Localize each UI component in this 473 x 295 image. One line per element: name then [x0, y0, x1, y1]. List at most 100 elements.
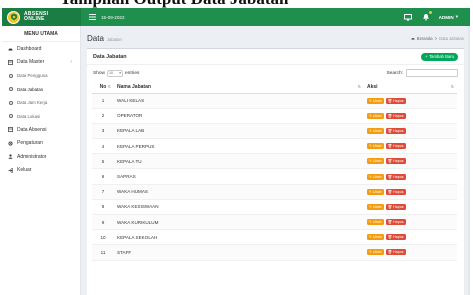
sidebar-item-data-pengguna[interactable]: Data Pengguna	[2, 69, 80, 83]
show-label: Show	[93, 70, 105, 76]
page-subtitle: Jabatan	[106, 37, 122, 42]
row-actions: ✎ Ubah 🗑 Hapus	[364, 199, 457, 216]
edit-label: Ubah	[373, 250, 382, 255]
delete-button[interactable]: 🗑 Hapus	[385, 188, 406, 195]
school-emblem-icon	[7, 10, 20, 24]
row-actions: ✎ Ubah 🗑 Hapus	[364, 229, 457, 246]
jabatan-name: SAPRAS	[114, 168, 364, 185]
sidebar-item-keluar[interactable]: Keluar	[2, 164, 80, 178]
table-row: 4 KEPALA PERPUS ✎ Ubah 🗑 Hapus	[92, 138, 457, 155]
circle-icon	[9, 73, 13, 78]
top-navbar: ABSENSI ONLINE 15-09-2022 ADMIN ▾	[2, 8, 470, 26]
row-number: 7	[92, 184, 114, 200]
edit-button[interactable]: ✎ Ubah	[367, 234, 384, 241]
delete-button[interactable]: 🗑 Hapus	[385, 234, 406, 241]
jabatan-name: KEPALA SEKOLAH	[114, 229, 364, 246]
sidebar-item-dashboard[interactable]: Dashboard	[2, 42, 80, 56]
delete-button[interactable]: 🗑 Hapus	[385, 158, 406, 165]
trash-icon: 🗑	[387, 235, 393, 240]
trash-icon: 🗑	[387, 98, 393, 103]
edit-button[interactable]: ✎ Ubah	[367, 203, 384, 210]
row-number: 11	[92, 244, 114, 261]
sidebar-item-label: Data Jam Kerja	[17, 100, 48, 106]
delete-label: Hapus	[393, 144, 404, 149]
desktop-icon[interactable]	[403, 12, 413, 22]
circle-icon	[9, 100, 13, 105]
user-icon	[8, 154, 13, 160]
delete-button[interactable]: 🗑 Hapus	[385, 249, 406, 256]
panel-header: Data Jabatan + Tambah Baru	[87, 49, 464, 65]
edit-icon: ✎	[369, 250, 373, 255]
sidebar-item-data-lokasi[interactable]: Data Lokasi	[2, 110, 80, 124]
brand-logo[interactable]: ABSENSI ONLINE	[2, 8, 81, 26]
sidebar-title: MENU UTAMA	[2, 26, 80, 42]
sidebar: MENU UTAMA Dashboard Data Master ‹ Data …	[2, 26, 81, 295]
breadcrumb-home[interactable]: Beranda	[417, 36, 433, 41]
row-number: 3	[92, 123, 114, 140]
delete-button[interactable]: 🗑 Hapus	[385, 143, 406, 150]
delete-button[interactable]: 🗑 Hapus	[385, 219, 406, 226]
edit-button[interactable]: ✎ Ubah	[367, 158, 384, 165]
column-header-label: Nama Jabatan	[117, 83, 151, 90]
delete-button[interactable]: 🗑 Hapus	[385, 97, 406, 104]
delete-label: Hapus	[393, 250, 404, 255]
delete-button[interactable]: 🗑 Hapus	[385, 173, 406, 180]
sort-icon: ⇅	[357, 84, 361, 89]
column-header-no[interactable]: No ⇅	[92, 81, 114, 94]
dashboard-icon	[411, 36, 415, 41]
search-input[interactable]	[406, 69, 458, 77]
edit-button[interactable]: ✎ Ubah	[367, 112, 384, 119]
edit-icon: ✎	[369, 220, 373, 225]
sidebar-item-administrator[interactable]: Administrator	[2, 150, 80, 164]
delete-button[interactable]: 🗑 Hapus	[385, 127, 406, 134]
row-actions: ✎ Ubah 🗑 Hapus	[364, 168, 457, 185]
edit-button[interactable]: ✎ Ubah	[367, 173, 384, 180]
edit-button[interactable]: ✎ Ubah	[367, 249, 384, 256]
sidebar-item-pengaturan[interactable]: Pengaturan	[2, 137, 80, 151]
sidebar-item-label: Data Pengguna	[17, 73, 48, 79]
delete-label: Hapus	[393, 204, 404, 209]
edit-icon: ✎	[369, 174, 373, 179]
row-number: 4	[92, 138, 114, 155]
app-window: ABSENSI ONLINE 15-09-2022 ADMIN ▾ MENU U…	[2, 8, 470, 295]
edit-icon: ✎	[369, 235, 373, 240]
user-menu[interactable]: ADMIN ▾	[439, 14, 458, 20]
edit-button[interactable]: ✎ Ubah	[367, 97, 384, 104]
row-actions: ✎ Ubah 🗑 Hapus	[364, 244, 457, 261]
column-header-action[interactable]: Aksi ⇅	[364, 81, 457, 94]
jabatan-name: KEPALA TU	[114, 153, 364, 170]
edit-label: Ubah	[373, 98, 382, 103]
edit-button[interactable]: ✎ Ubah	[367, 219, 384, 226]
edit-button[interactable]: ✎ Ubah	[367, 188, 384, 195]
table-row: 2 OPERATOR ✎ Ubah 🗑 Hapus	[92, 108, 457, 124]
brand-name-bottom: ONLINE	[24, 16, 45, 22]
scrollbar-track[interactable]	[468, 26, 470, 295]
row-actions: ✎ Ubah 🗑 Hapus	[364, 153, 457, 170]
edit-button[interactable]: ✎ Ubah	[367, 127, 384, 134]
edit-button[interactable]: ✎ Ubah	[367, 143, 384, 150]
notification-bell-icon[interactable]	[421, 11, 432, 22]
row-actions: ✎ Ubah 🗑 Hapus	[364, 123, 457, 140]
entries-select[interactable]: 10 ▾	[107, 69, 123, 77]
table-row: 3 KEPALA LAB ✎ Ubah 🗑 Hapus	[92, 123, 457, 140]
sidebar-item-data-jam-kerja[interactable]: Data Jam Kerja	[2, 96, 80, 110]
sidebar-item-data-absensi[interactable]: Data Absensi	[2, 123, 80, 137]
row-number: 5	[92, 153, 114, 170]
delete-button[interactable]: 🗑 Hapus	[385, 112, 406, 119]
row-actions: ✎ Ubah 🗑 Hapus	[364, 138, 457, 155]
sidebar-item-data-jabatan[interactable]: Data Jabatan	[2, 83, 80, 97]
column-header-name[interactable]: Nama Jabatan ⇅	[114, 81, 364, 94]
delete-button[interactable]: 🗑 Hapus	[385, 203, 406, 210]
sidebar-item-data-master[interactable]: Data Master ‹	[2, 56, 80, 70]
sidebar-item-label: Keluar	[17, 167, 32, 174]
edit-icon: ✎	[369, 98, 373, 103]
current-date: 15-09-2022	[101, 14, 125, 20]
table-icon	[8, 59, 13, 65]
delete-label: Hapus	[393, 235, 404, 240]
sidebar-toggle-button[interactable]	[85, 8, 99, 26]
add-new-button[interactable]: + Tambah Baru	[421, 52, 458, 61]
sort-icon: ⇅	[450, 84, 454, 89]
trash-icon: 🗑	[387, 174, 393, 179]
row-actions: ✎ Ubah 🗑 Hapus	[364, 184, 457, 200]
edit-label: Ubah	[373, 235, 382, 240]
